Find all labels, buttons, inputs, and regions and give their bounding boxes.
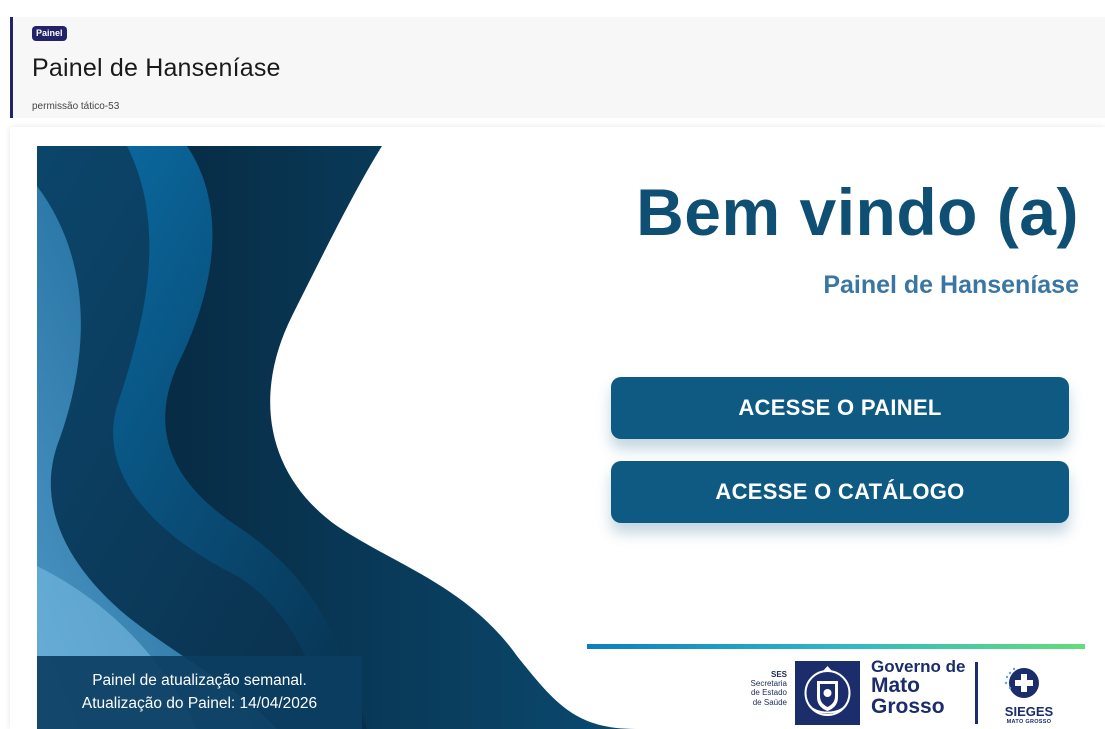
ses-line: Secretaria bbox=[750, 679, 787, 689]
sieges-cross-icon bbox=[1004, 667, 1039, 698]
logo-divider bbox=[975, 662, 978, 724]
ses-line: SES bbox=[770, 670, 787, 679]
update-frequency-text: Painel de atualização semanal. bbox=[92, 672, 307, 690]
access-catalog-button[interactable]: ACESSE O CATÁLOGO bbox=[611, 461, 1069, 523]
page-type-badge: Painel bbox=[32, 26, 67, 41]
page-header: Painel Painel de Hanseníase permissão tá… bbox=[0, 0, 1105, 120]
gov-line: Mato bbox=[871, 674, 920, 697]
ses-line: de Saúde bbox=[752, 697, 787, 707]
permission-label: permissão tático-53 bbox=[32, 101, 120, 112]
sieges-title: SIEGES bbox=[1004, 704, 1054, 719]
ses-logo-text: SES Secretaria de Estado de Saúde bbox=[727, 670, 787, 707]
gov-line: Grosso bbox=[871, 695, 945, 718]
access-panel-button[interactable]: ACESSE O PAINEL bbox=[611, 377, 1069, 439]
update-info-box: Painel de atualização semanal. Atualizaç… bbox=[37, 656, 362, 729]
gov-line: Governo de bbox=[871, 657, 966, 676]
footer-logos: SES Secretaria de Estado de Saúde Govern… bbox=[727, 656, 1105, 729]
welcome-subtitle: Painel de Hanseníase bbox=[823, 271, 1079, 299]
page-title: Painel de Hanseníase bbox=[32, 54, 281, 82]
ses-line: de Estado bbox=[750, 688, 787, 698]
welcome-title: Bem vindo (a) bbox=[636, 175, 1079, 249]
header-card: Painel Painel de Hanseníase permissão tá… bbox=[10, 17, 1105, 118]
report-canvas: Bem vindo (a) Painel de Hanseníase ACESS… bbox=[37, 146, 1105, 729]
government-logo-text: Governo de Mato Grosso bbox=[871, 658, 965, 717]
decorative-wave-background bbox=[37, 146, 637, 729]
coat-of-arms-icon bbox=[795, 661, 860, 725]
gradient-divider bbox=[587, 644, 1085, 649]
last-update-text: Atualização do Painel: 14/04/2026 bbox=[81, 694, 318, 712]
sieges-subtitle: MATO GROSSO bbox=[1006, 719, 1052, 725]
report-container: Bem vindo (a) Painel de Hanseníase ACESS… bbox=[10, 127, 1105, 729]
